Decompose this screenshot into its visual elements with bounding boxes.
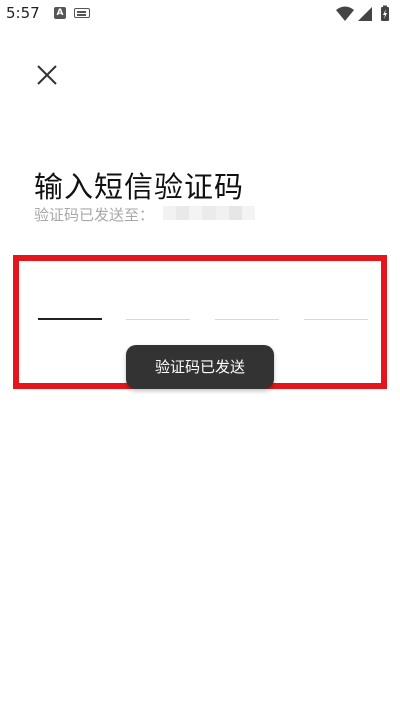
code-digit-2[interactable]	[126, 280, 190, 320]
masked-phone-number	[163, 206, 255, 220]
code-digit-underline	[126, 319, 190, 320]
a-notification-icon: A	[54, 7, 66, 19]
code-digit-underline	[38, 318, 102, 320]
wifi-icon	[336, 6, 354, 21]
cell-signal-icon	[358, 7, 372, 21]
status-time: 5:57	[6, 4, 40, 22]
code-digit-underline	[304, 319, 368, 320]
page-title: 输入短信验证码	[34, 170, 245, 204]
toast-message: 验证码已发送	[126, 345, 274, 389]
status-bar: 5:57 A	[0, 0, 400, 28]
keyboard-icon	[74, 8, 90, 18]
code-digit-4[interactable]	[304, 280, 368, 320]
code-digit-3[interactable]	[215, 280, 279, 320]
code-digit-underline	[215, 319, 279, 320]
status-right-icons	[336, 5, 389, 21]
sent-to-label: 验证码已发送至：	[34, 206, 155, 224]
code-digit-1[interactable]	[38, 280, 102, 320]
battery-charging-icon	[381, 5, 389, 21]
close-icon[interactable]	[36, 64, 58, 86]
